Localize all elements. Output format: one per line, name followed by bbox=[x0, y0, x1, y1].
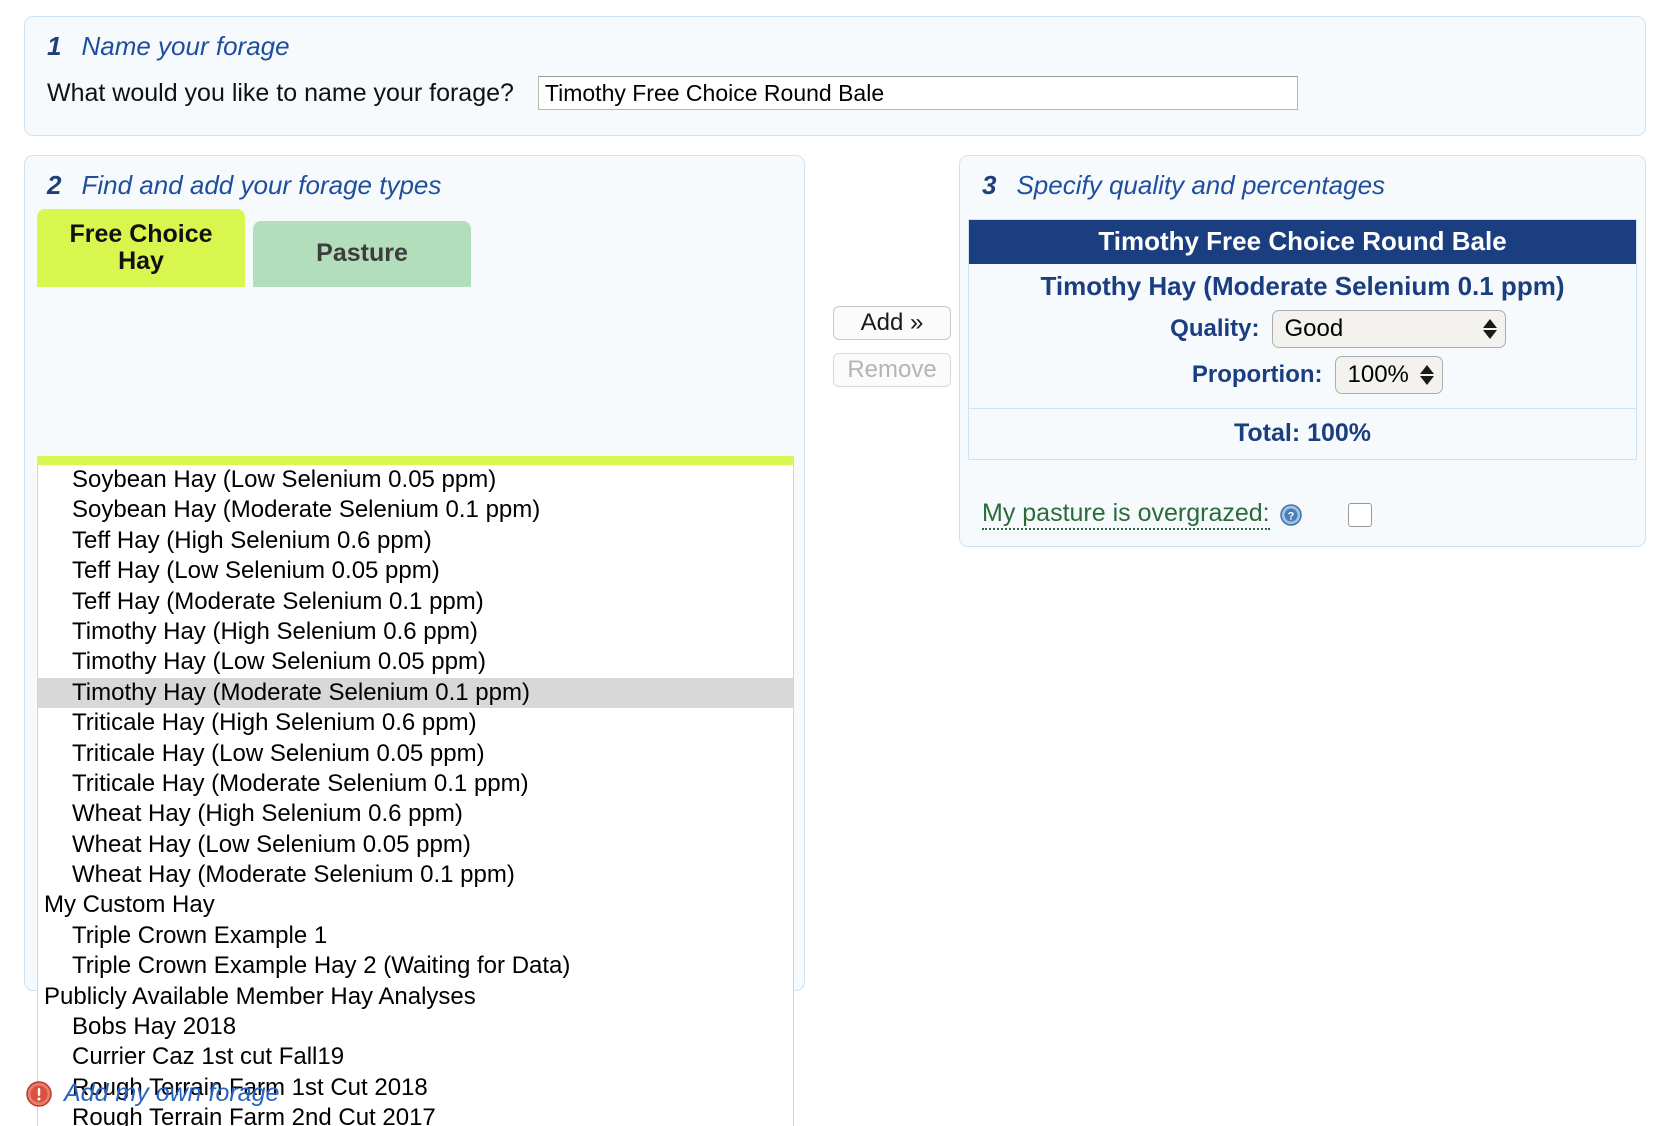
forage-list-item[interactable]: Timothy Hay (High Selenium 0.6 ppm) bbox=[38, 617, 793, 647]
forage-list-item[interactable]: Wheat Hay (Low Selenium 0.05 ppm) bbox=[38, 830, 793, 860]
tab-free-choice-hay-label: Free Choice Hay bbox=[45, 221, 237, 276]
overgrazed-checkbox[interactable] bbox=[1348, 503, 1372, 527]
mix-total: Total: 100% bbox=[969, 408, 1636, 459]
add-own-forage-link[interactable]: Add my own forage bbox=[64, 1079, 279, 1108]
forage-list-item[interactable]: Triple Crown Example 1 bbox=[38, 921, 793, 951]
forage-name-input[interactable] bbox=[538, 76, 1298, 110]
forage-name-question: What would you like to name your forage? bbox=[47, 79, 514, 108]
forage-list-item[interactable]: Teff Hay (High Selenium 0.6 ppm) bbox=[38, 526, 793, 556]
tab-free-choice-hay[interactable]: Free Choice Hay bbox=[37, 209, 245, 287]
overgrazed-label[interactable]: My pasture is overgrazed: bbox=[982, 499, 1270, 530]
forage-name-row: What would you like to name your forage? bbox=[25, 62, 1645, 110]
step-1-title: Name your forage bbox=[81, 31, 289, 62]
forage-list-group: My Custom Hay bbox=[38, 890, 793, 920]
forage-list-group: Publicly Available Member Hay Analyses bbox=[38, 982, 793, 1012]
proportion-row: Proportion: 100% bbox=[969, 354, 1636, 400]
forage-type-listbox[interactable]: Soybean Hay (Low Selenium 0.05 ppm)Soybe… bbox=[37, 465, 794, 1126]
forage-list-item[interactable]: Triticale Hay (Low Selenium 0.05 ppm) bbox=[38, 739, 793, 769]
forage-list-item[interactable]: Timothy Hay (Moderate Selenium 0.1 ppm) bbox=[38, 678, 793, 708]
step-3-number: 3 bbox=[982, 170, 996, 201]
add-button[interactable]: Add » bbox=[833, 306, 951, 340]
step-1-panel: 1 Name your forage What would you like t… bbox=[24, 16, 1646, 136]
step-2-header: 2 Find and add your forage types bbox=[25, 156, 804, 201]
transfer-buttons: Add » Remove bbox=[833, 306, 951, 387]
quality-row: Quality: Good bbox=[969, 308, 1636, 354]
step-3-title: Specify quality and percentages bbox=[1016, 170, 1385, 201]
exclamation-circle-icon bbox=[26, 1081, 52, 1107]
quality-select-value: Good bbox=[1285, 315, 1344, 343]
step-1-header: 1 Name your forage bbox=[25, 17, 1645, 62]
forage-mix-table: Timothy Free Choice Round Bale Timothy H… bbox=[968, 219, 1637, 460]
chevron-updown-icon bbox=[1420, 365, 1434, 385]
forage-list-item[interactable]: Currier Caz 1st cut Fall19 bbox=[38, 1042, 793, 1072]
overgrazed-row: My pasture is overgrazed: ? bbox=[982, 499, 1372, 530]
forage-list-item[interactable]: Wheat Hay (Moderate Selenium 0.1 ppm) bbox=[38, 860, 793, 890]
tab-pasture[interactable]: Pasture bbox=[253, 221, 471, 287]
add-own-forage-row[interactable]: Add my own forage bbox=[26, 1079, 279, 1108]
mix-body: Timothy Hay (Moderate Selenium 0.1 ppm) … bbox=[969, 264, 1636, 408]
question-help-icon[interactable]: ? bbox=[1280, 504, 1302, 526]
forage-builder-page: 1 Name your forage What would you like t… bbox=[0, 0, 1670, 1126]
step-2-number: 2 bbox=[47, 170, 61, 201]
quality-select[interactable]: Good bbox=[1272, 310, 1506, 348]
chevron-updown-icon bbox=[1483, 319, 1497, 339]
forage-type-tabs: Free Choice Hay Pasture bbox=[37, 209, 804, 287]
forage-list-item[interactable]: Teff Hay (Moderate Selenium 0.1 ppm) bbox=[38, 587, 793, 617]
forage-list-item[interactable]: Triticale Hay (High Selenium 0.6 ppm) bbox=[38, 708, 793, 738]
step-2-panel: 2 Find and add your forage types Free Ch… bbox=[24, 155, 805, 991]
forage-list-item[interactable]: Triple Crown Example Hay 2 (Waiting for … bbox=[38, 951, 793, 981]
step-2-title: Find and add your forage types bbox=[81, 170, 441, 201]
step-1-number: 1 bbox=[47, 31, 61, 62]
mix-title: Timothy Free Choice Round Bale bbox=[969, 220, 1636, 264]
proportion-select-value: 100% bbox=[1348, 361, 1409, 389]
proportion-label: Proportion: bbox=[1163, 361, 1323, 389]
tab-underline-bar bbox=[37, 456, 794, 465]
proportion-select[interactable]: 100% bbox=[1335, 356, 1443, 394]
mix-entry-name: Timothy Hay (Moderate Selenium 0.1 ppm) bbox=[969, 268, 1636, 308]
step-3-panel: 3 Specify quality and percentages Timoth… bbox=[959, 155, 1646, 547]
svg-text:?: ? bbox=[1287, 510, 1294, 522]
forage-list-item[interactable]: Timothy Hay (Low Selenium 0.05 ppm) bbox=[38, 647, 793, 677]
forage-list-item[interactable]: Wheat Hay (High Selenium 0.6 ppm) bbox=[38, 799, 793, 829]
remove-button[interactable]: Remove bbox=[833, 353, 951, 387]
quality-label: Quality: bbox=[1100, 315, 1260, 343]
forage-list-item[interactable]: Bobs Hay 2018 bbox=[38, 1012, 793, 1042]
tab-pasture-label: Pasture bbox=[316, 240, 408, 268]
forage-list-item[interactable]: Teff Hay (Low Selenium 0.05 ppm) bbox=[38, 556, 793, 586]
step-3-header: 3 Specify quality and percentages bbox=[960, 156, 1645, 201]
forage-list-item[interactable]: Soybean Hay (Moderate Selenium 0.1 ppm) bbox=[38, 495, 793, 525]
forage-list-item[interactable]: Triticale Hay (Moderate Selenium 0.1 ppm… bbox=[38, 769, 793, 799]
forage-list-item[interactable]: Soybean Hay (Low Selenium 0.05 ppm) bbox=[38, 465, 793, 495]
